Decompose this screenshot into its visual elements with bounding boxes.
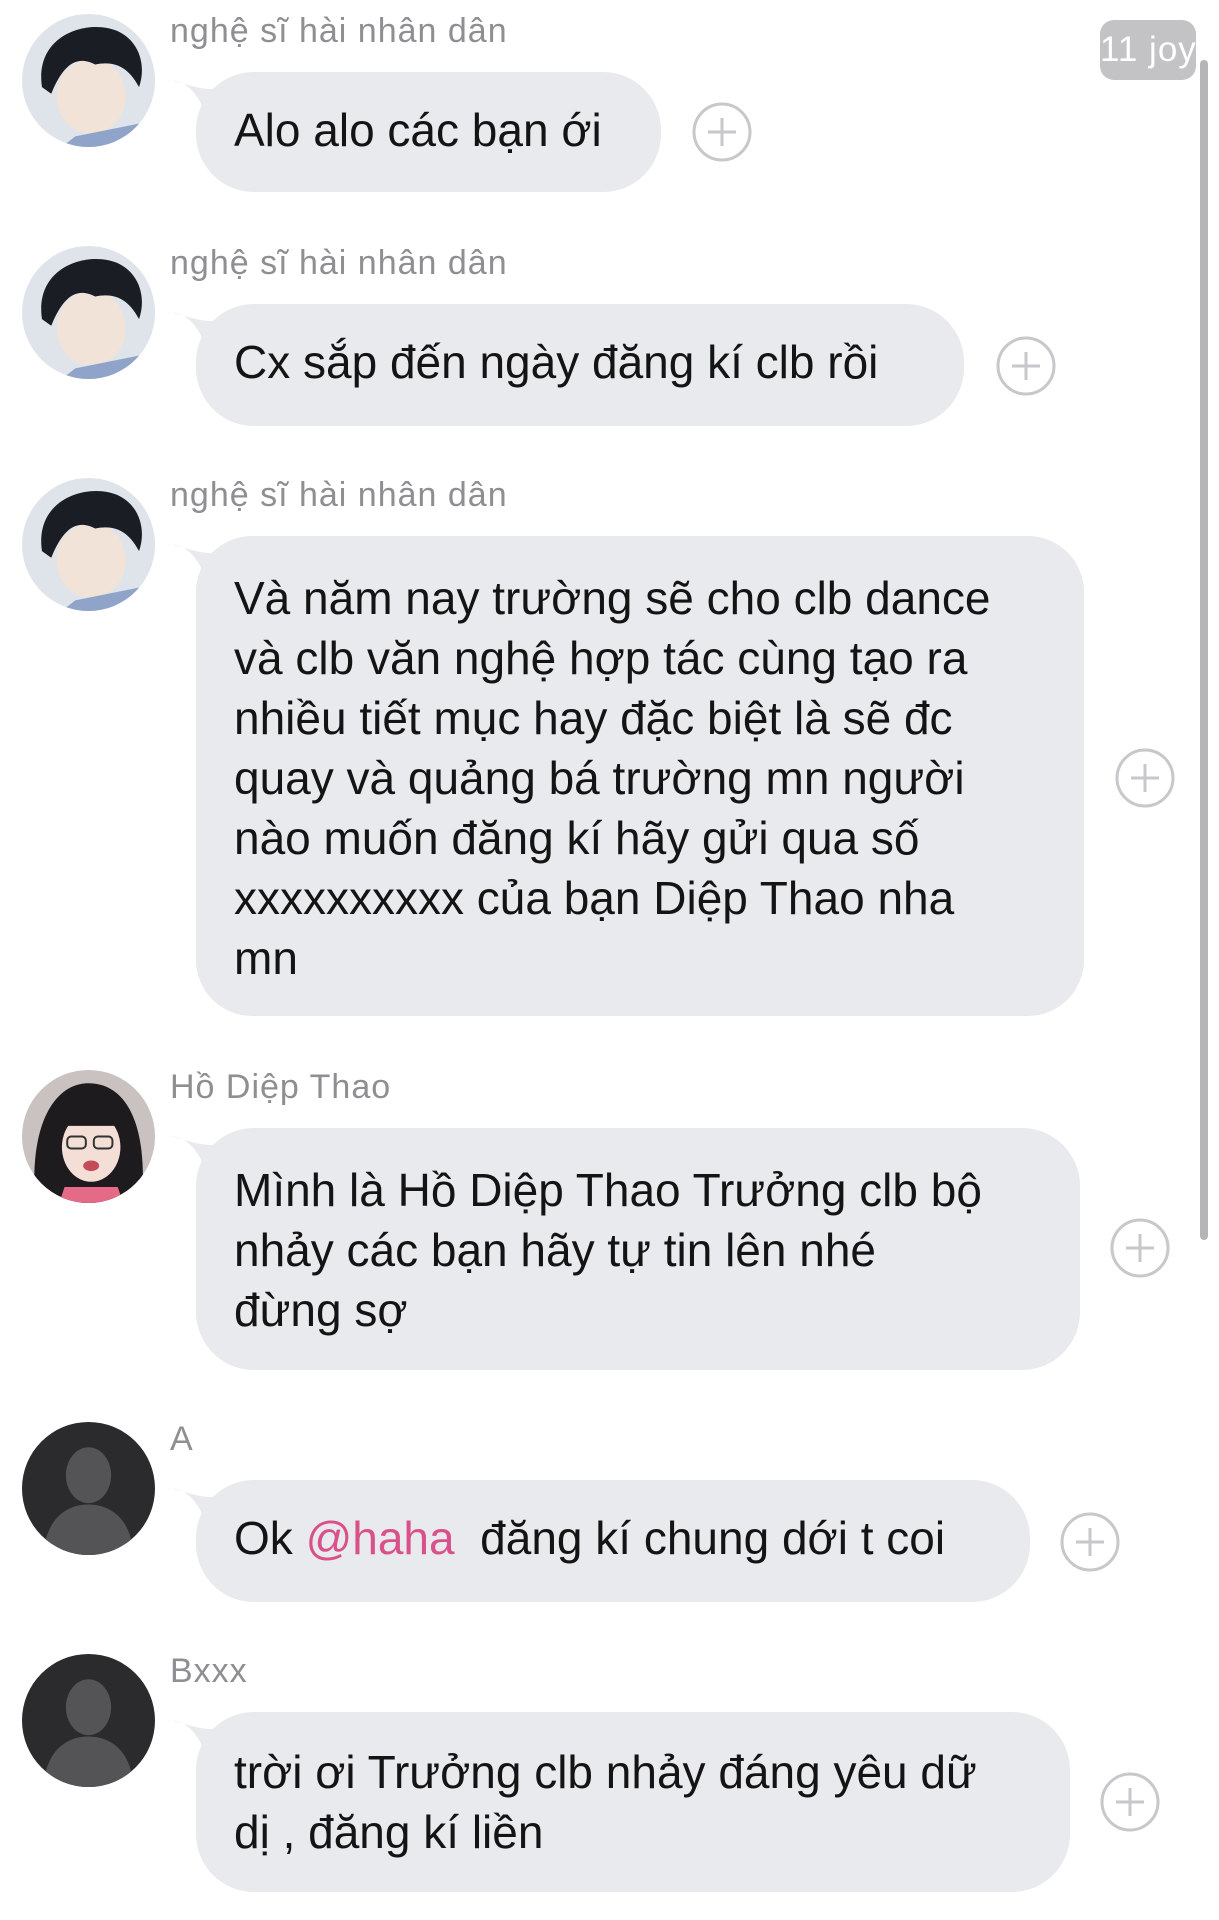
sender-name: A bbox=[170, 1420, 194, 1458]
default-avatar-icon[interactable] bbox=[22, 1422, 155, 1555]
message-text: Ok bbox=[234, 1512, 306, 1564]
add-reaction-icon[interactable] bbox=[1115, 748, 1175, 808]
avatar-boy-photo[interactable] bbox=[22, 478, 155, 611]
message-text: đăng kí chung dới t coi bbox=[454, 1512, 946, 1564]
add-reaction-icon[interactable] bbox=[692, 102, 752, 162]
avatar-boy-photo[interactable] bbox=[22, 246, 155, 379]
default-avatar-icon[interactable] bbox=[22, 1654, 155, 1787]
message-bubble[interactable]: Ok @haha đăng kí chung dới t coi bbox=[196, 1480, 1030, 1602]
sender-name: nghệ sĩ hài nhân dân bbox=[170, 476, 508, 514]
sender-name: nghệ sĩ hài nhân dân bbox=[170, 244, 508, 282]
mention-link[interactable]: @haha bbox=[306, 1512, 455, 1564]
add-reaction-icon[interactable] bbox=[996, 336, 1056, 396]
sender-name: Bxxx bbox=[170, 1652, 248, 1690]
add-reaction-icon[interactable] bbox=[1110, 1218, 1170, 1278]
message-bubble[interactable]: trời ơi Trưởng clb nhảy đáng yêu dữ dị ,… bbox=[196, 1712, 1070, 1892]
message-bubble[interactable]: Mình là Hồ Diệp Thao Trưởng clb bộ nhảy … bbox=[196, 1128, 1080, 1370]
message-bubble[interactable]: Alo alo các bạn ới bbox=[196, 72, 661, 192]
message-bubble[interactable]: Cx sắp đến ngày đăng kí clb rồi bbox=[196, 304, 964, 426]
message-bubble[interactable]: Và năm nay trường sẽ cho clb dance và cl… bbox=[196, 536, 1084, 1016]
avatar-boy-photo[interactable] bbox=[22, 14, 155, 147]
avatar-girl-photo[interactable] bbox=[22, 1070, 155, 1203]
add-reaction-icon[interactable] bbox=[1100, 1772, 1160, 1832]
sender-name: nghệ sĩ hài nhân dân bbox=[170, 12, 508, 50]
add-reaction-icon[interactable] bbox=[1060, 1512, 1120, 1572]
sender-name: Hồ Diệp Thao bbox=[170, 1068, 392, 1106]
unread-count-badge[interactable]: 11 joy bbox=[1100, 20, 1196, 80]
scrollbar[interactable] bbox=[1200, 60, 1208, 1240]
